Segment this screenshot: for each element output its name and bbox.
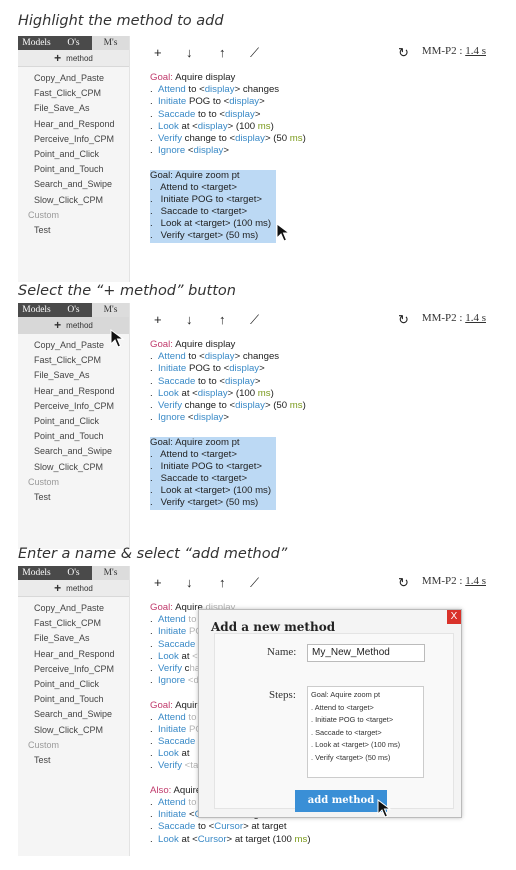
list-item[interactable]: Test xyxy=(34,490,129,505)
model-readout: MM-P2 : 1.4 s xyxy=(421,575,486,587)
tab-os[interactable]: O's xyxy=(55,36,92,50)
plus-icon[interactable]: + xyxy=(154,313,162,327)
list-item[interactable]: Search_and_Swipe xyxy=(34,444,129,459)
plus-icon: + xyxy=(54,318,62,332)
pencil-icon[interactable]: ⟋ xyxy=(250,576,259,590)
tab-os[interactable]: O's xyxy=(55,566,92,580)
list-item[interactable]: Fast_Click_CPM xyxy=(34,86,129,101)
sidebar-tabs: Models O's M's xyxy=(18,303,129,317)
list-item[interactable]: Point_and_Touch xyxy=(34,162,129,177)
list-item[interactable]: Test xyxy=(34,753,129,768)
method-list: Copy_And_Paste Fast_Click_CPM File_Save_… xyxy=(18,597,129,768)
list-item[interactable]: Search_and_Swipe xyxy=(34,177,129,192)
plus-icon[interactable]: + xyxy=(154,576,162,590)
refresh-icon[interactable]: ↻ xyxy=(398,313,409,327)
steps-textarea[interactable]: Goal: Aquire zoom pt . Attend to <target… xyxy=(307,686,424,778)
sidebar-tabs: Models O's M's xyxy=(18,566,129,580)
list-item[interactable]: Copy_And_Paste xyxy=(34,71,129,86)
list-item[interactable]: Hear_and_Respond xyxy=(34,647,129,662)
step-3-title: Enter a name & select “add method” xyxy=(18,546,288,562)
step-1-title: Highlight the method to add xyxy=(18,13,224,29)
plus-icon: + xyxy=(54,581,62,595)
sidebar: Models O's M's + method Copy_And_Paste Fa… xyxy=(18,566,130,856)
list-item[interactable]: Perceive_Info_CPM xyxy=(34,662,129,677)
list-item[interactable]: Point_and_Click xyxy=(34,414,129,429)
method-list: Copy_And_Paste Fast_Click_CPM File_Save_… xyxy=(18,67,129,238)
panel-step-1: Models O's M's + method Copy_And_Paste Fa… xyxy=(18,36,500,282)
tab-ms[interactable]: M's xyxy=(92,566,129,580)
tab-os[interactable]: O's xyxy=(55,303,92,317)
tab-models[interactable]: Models xyxy=(18,303,55,317)
panel-step-2: Models O's M's + method Copy_And_Paste Fa… xyxy=(18,303,500,549)
tab-ms[interactable]: M's xyxy=(92,303,129,317)
add-method-button[interactable]: + method xyxy=(18,580,129,597)
step-2-title: Select the “+ method” button xyxy=(18,283,236,299)
custom-header: Custom xyxy=(28,209,60,220)
list-item[interactable]: Point_and_Touch xyxy=(34,429,129,444)
close-button[interactable]: X xyxy=(447,610,461,624)
list-item[interactable]: File_Save_As xyxy=(34,631,129,646)
mouse-cursor-icon xyxy=(377,799,392,818)
list-item[interactable]: Slow_Click_CPM xyxy=(34,723,129,738)
arrow-down-icon[interactable]: ↓ xyxy=(186,46,193,60)
toolbar: + ↓ ↑ ⟋ ↻ MM-P2 : 1.4 s xyxy=(130,36,500,70)
dialog-title: Add a new method xyxy=(211,620,336,634)
code-editor[interactable]: Goal: Aquire display . Attend to <displa… xyxy=(150,339,500,510)
mouse-cursor-icon xyxy=(276,223,291,242)
add-method-button[interactable]: + method xyxy=(18,50,129,67)
pencil-icon[interactable]: ⟋ xyxy=(250,46,259,60)
list-item[interactable]: Point_and_Click xyxy=(34,147,129,162)
list-item[interactable]: Slow_Click_CPM xyxy=(34,193,129,208)
model-readout: MM-P2 : 1.4 s xyxy=(421,312,486,324)
code-editor[interactable]: Goal: Aquire display . Attend to <displa… xyxy=(150,72,500,243)
mouse-cursor-icon xyxy=(110,329,125,348)
plus-icon: + xyxy=(54,51,62,65)
arrow-up-icon[interactable]: ↑ xyxy=(219,46,226,60)
list-item[interactable]: Hear_and_Respond xyxy=(34,384,129,399)
steps-label: Steps: xyxy=(269,689,296,701)
tab-ms[interactable]: M's xyxy=(92,36,129,50)
list-item[interactable]: File_Save_As xyxy=(34,101,129,116)
list-item[interactable]: Perceive_Info_CPM xyxy=(34,132,129,147)
list-item[interactable]: Search_and_Swipe xyxy=(34,707,129,722)
list-item[interactable]: Point_and_Click xyxy=(34,677,129,692)
toolbar: + ↓ ↑ ⟋ ↻ MM-P2 : 1.4 s xyxy=(130,566,500,600)
plus-icon[interactable]: + xyxy=(154,46,162,60)
list-item[interactable]: Perceive_Info_CPM xyxy=(34,399,129,414)
list-item[interactable]: Hear_and_Respond xyxy=(34,117,129,132)
list-item[interactable]: File_Save_As xyxy=(34,368,129,383)
arrow-up-icon[interactable]: ↑ xyxy=(219,313,226,327)
list-item[interactable]: Test xyxy=(34,223,129,238)
arrow-down-icon[interactable]: ↓ xyxy=(186,576,193,590)
list-item[interactable]: Copy_And_Paste xyxy=(34,601,129,616)
refresh-icon[interactable]: ↻ xyxy=(398,46,409,60)
arrow-up-icon[interactable]: ↑ xyxy=(219,576,226,590)
toolbar: + ↓ ↑ ⟋ ↻ MM-P2 : 1.4 s xyxy=(130,303,500,337)
list-item[interactable]: Point_and_Touch xyxy=(34,692,129,707)
sidebar: Models O's M's + method Copy_And_Paste Fa… xyxy=(18,36,130,282)
method-name-input[interactable]: My_New_Method xyxy=(307,644,425,662)
custom-header: Custom xyxy=(28,739,60,750)
model-readout: MM-P2 : 1.4 s xyxy=(421,45,486,57)
list-item[interactable]: Fast_Click_CPM xyxy=(34,353,129,368)
list-item[interactable]: Fast_Click_CPM xyxy=(34,616,129,631)
pencil-icon[interactable]: ⟋ xyxy=(250,313,259,327)
custom-header: Custom xyxy=(28,476,60,487)
tab-models[interactable]: Models xyxy=(18,566,55,580)
name-label: Name: xyxy=(267,646,297,658)
add-method-submit-button[interactable]: add method xyxy=(295,790,387,812)
arrow-down-icon[interactable]: ↓ xyxy=(186,313,193,327)
list-item[interactable]: Slow_Click_CPM xyxy=(34,460,129,475)
add-method-dialog: Add a new method X Name: My_New_Method S… xyxy=(198,609,462,818)
method-list: Copy_And_Paste Fast_Click_CPM File_Save_… xyxy=(18,334,129,505)
refresh-icon[interactable]: ↻ xyxy=(398,576,409,590)
sidebar-tabs: Models O's M's xyxy=(18,36,129,50)
panel-step-3: Models O's M's + method Copy_And_Paste Fa… xyxy=(18,566,500,856)
tab-models[interactable]: Models xyxy=(18,36,55,50)
